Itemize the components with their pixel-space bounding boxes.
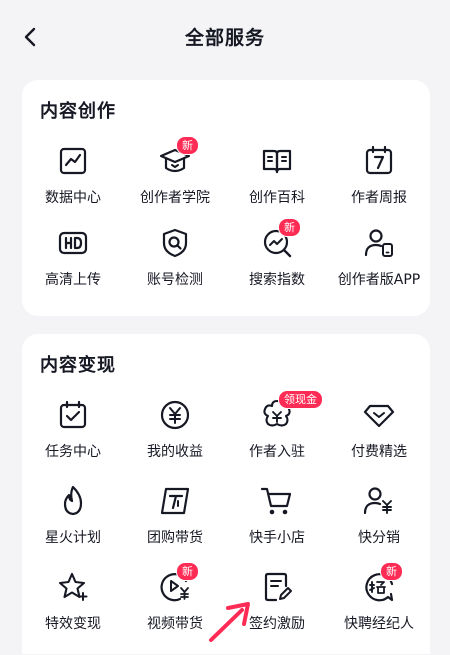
cart-icon [260, 487, 292, 515]
service-weekly-report[interactable]: 作者周报 [328, 140, 430, 222]
service-distribution[interactable]: 快分销 [328, 480, 430, 566]
section-title: 内容变现 [40, 355, 116, 376]
service-label: 我的收益 [147, 444, 203, 460]
diamond-icon [363, 404, 395, 428]
service-label: 作者入驻 [249, 444, 305, 460]
service-spark-plan[interactable]: 星火计划 [22, 480, 124, 566]
service-task-center[interactable]: 任务中心 [22, 394, 124, 480]
service-data-center[interactable]: 数据中心 [22, 140, 124, 222]
service-label: 作者周报 [351, 190, 407, 206]
service-label: 快分销 [358, 530, 400, 546]
service-recruit-agent[interactable]: 新 快聘经纪人 [328, 562, 430, 652]
user-phone-icon [364, 229, 393, 257]
service-label: 高清上传 [45, 272, 101, 288]
service-creator-academy[interactable]: 新 创作者学院 [124, 136, 226, 222]
cash-badge: 领现金 [278, 390, 323, 409]
service-label: 快手小店 [249, 530, 305, 546]
header: 全部服务 [0, 0, 450, 72]
service-label: 创作者学院 [140, 190, 210, 206]
service-label: 签约激励 [249, 616, 305, 632]
calendar-check-icon [59, 400, 87, 429]
service-paid-selection[interactable]: 付费精选 [328, 394, 430, 480]
new-badge: 新 [278, 218, 301, 237]
new-badge: 新 [380, 562, 403, 581]
service-video-commerce[interactable]: 新 视频带货 [124, 562, 226, 652]
service-label: 搜索指数 [249, 272, 305, 288]
contract-edit-icon [264, 572, 292, 602]
service-creator-app[interactable]: 创作者版APP [328, 222, 430, 304]
yuan-coin-icon [160, 400, 190, 430]
shield-search-icon [162, 228, 188, 258]
star-sparkle-icon [58, 572, 88, 601]
chart-icon [59, 147, 87, 175]
service-label: 星火计划 [45, 530, 101, 546]
service-account-check[interactable]: 账号检测 [124, 222, 226, 304]
service-label: 特效变现 [45, 616, 101, 632]
service-label: 账号检测 [147, 272, 203, 288]
service-effects-monetization[interactable]: 特效变现 [22, 566, 124, 652]
section-content-creation: 内容创作 数据中心 新 创作者学院 创作百科 作者周报 高清上传 账号检测 新 … [22, 80, 430, 316]
service-group-buy[interactable]: 团购带货 [124, 480, 226, 566]
service-my-earnings[interactable]: 我的收益 [124, 394, 226, 480]
page-title: 全部服务 [184, 27, 265, 49]
service-label: 付费精选 [351, 444, 407, 460]
calendar-7-icon [365, 145, 393, 175]
hd-icon [58, 231, 88, 255]
service-hd-upload[interactable]: 高清上传 [22, 222, 124, 304]
new-badge: 新 [176, 562, 199, 581]
service-label: 视频带货 [147, 616, 203, 632]
service-label: 团购带货 [147, 530, 203, 546]
flame-icon [63, 485, 83, 516]
service-label: 创作百科 [249, 190, 305, 206]
group-buy-icon [160, 487, 190, 515]
service-label: 快聘经纪人 [344, 616, 414, 632]
service-label: 数据中心 [45, 190, 101, 206]
service-creation-wiki[interactable]: 创作百科 [226, 140, 328, 222]
service-kuaishou-shop[interactable]: 快手小店 [226, 480, 328, 566]
service-search-index[interactable]: 新 搜索指数 [226, 218, 328, 304]
service-contract-incentive[interactable]: 签约激励 [226, 566, 328, 652]
section-content-monetization: 内容变现 任务中心 我的收益 领现金 作者入驻 付费精选 星火计划 团购带货 快… [22, 334, 430, 654]
service-author-join[interactable]: 领现金 作者入驻 [226, 390, 328, 480]
section-title: 内容创作 [40, 101, 116, 122]
new-badge: 新 [176, 136, 199, 155]
open-book-icon [262, 149, 292, 174]
user-yuan-icon [363, 487, 392, 515]
service-label: 创作者版APP [337, 272, 421, 288]
service-label: 任务中心 [45, 444, 101, 460]
